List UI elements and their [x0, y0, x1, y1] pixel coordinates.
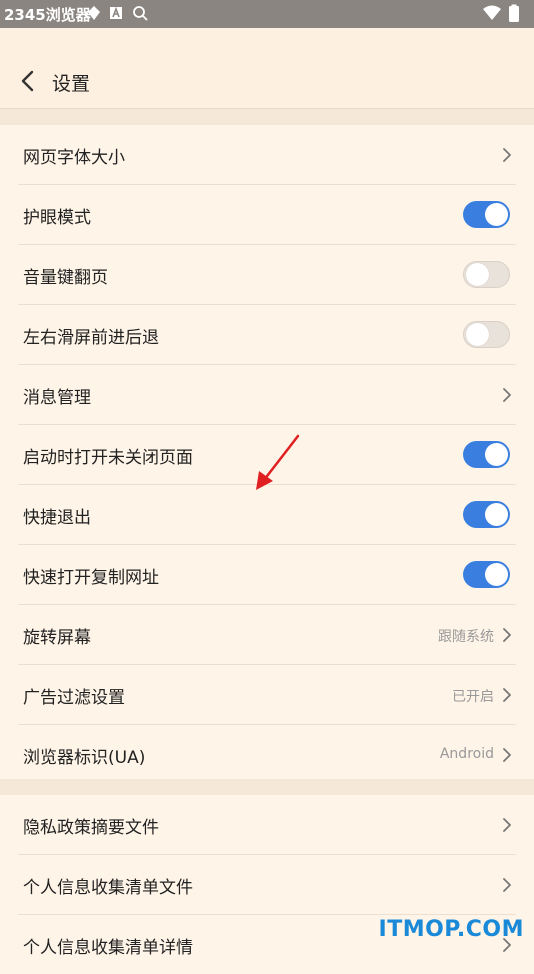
status-app-name: 2345浏览器 [4, 6, 91, 24]
settings-row-label: 左右滑屏前进后退 [23, 328, 159, 348]
chevron-right-icon [503, 388, 511, 402]
chevron-right-icon [503, 148, 511, 162]
settings-row-label: 广告过滤设置 [23, 688, 125, 708]
section-gap [0, 779, 534, 795]
settings-row-label: 个人信息收集清单文件 [23, 878, 193, 898]
settings-row-label: 消息管理 [23, 388, 91, 408]
battery-icon [509, 4, 519, 22]
section-gap [0, 109, 534, 125]
settings-row-label: 护眼模式 [23, 208, 91, 228]
search-icon [133, 6, 148, 21]
settings-row-label: 快捷退出 [23, 508, 91, 528]
toggle-switch[interactable] [463, 201, 510, 228]
page-title: 设置 [52, 73, 91, 95]
notification-a-icon [110, 6, 122, 19]
header: 设置 [0, 28, 534, 109]
back-arrow-icon[interactable] [14, 66, 44, 96]
toggle-switch[interactable] [463, 501, 510, 528]
settings-row[interactable]: 隐私政策摘要文件 [18, 795, 516, 855]
settings-row-label: 快速打开复制网址 [23, 568, 159, 588]
settings-row[interactable]: 广告过滤设置 已开启 [18, 665, 516, 725]
settings-row[interactable]: 个人信息收集清单文件 [18, 855, 516, 915]
settings-row[interactable]: 消息管理 [18, 365, 516, 425]
chevron-right-icon [503, 878, 511, 892]
toggle-knob [485, 503, 508, 526]
toggle-knob [466, 323, 489, 346]
chevron-right-icon [503, 818, 511, 832]
settings-group-privacy: 隐私政策摘要文件个人信息收集清单文件 个人信息收集清单详情 [0, 795, 534, 974]
wifi-icon [483, 5, 501, 20]
toggle-knob [485, 443, 508, 466]
settings-row[interactable]: 浏览器标识(UA) Android [18, 725, 516, 784]
chevron-right-icon [503, 748, 511, 762]
settings-row-label: 启动时打开未关闭页面 [23, 448, 193, 468]
settings-row[interactable]: 旋转屏幕 跟随系统 [18, 605, 516, 665]
watermark: ITMOP.COM [378, 917, 524, 942]
settings-row[interactable]: 护眼模式 [18, 185, 516, 245]
settings-row[interactable]: 音量键翻页 [18, 245, 516, 305]
settings-row-label: 旋转屏幕 [23, 628, 91, 648]
settings-row-value: 跟随系统 [438, 629, 494, 645]
settings-row-label: 音量键翻页 [23, 268, 108, 288]
settings-row-label: 浏览器标识(UA) [23, 748, 146, 768]
toggle-knob [485, 563, 508, 586]
settings-row-value: Android [439, 746, 494, 762]
annotation-arrow-icon [256, 434, 300, 490]
settings-row[interactable]: 快速打开复制网址 [18, 545, 516, 605]
chevron-right-icon [503, 628, 511, 642]
settings-row-label: 隐私政策摘要文件 [23, 818, 159, 838]
toggle-switch[interactable] [463, 321, 510, 348]
toggle-switch[interactable] [463, 441, 510, 468]
settings-row[interactable]: 网页字体大小 [18, 125, 516, 185]
settings-row[interactable]: 左右滑屏前进后退 [18, 305, 516, 365]
settings-row-label: 个人信息收集清单详情 [23, 938, 193, 958]
chevron-right-icon [503, 688, 511, 702]
toggle-switch[interactable] [463, 261, 510, 288]
settings-row-value: 已开启 [452, 689, 494, 705]
toggle-switch[interactable] [463, 561, 510, 588]
status-bar: 2345浏览器 [0, 0, 534, 28]
location-icon [88, 6, 100, 20]
toggle-knob [466, 263, 489, 286]
settings-row-label: 网页字体大小 [23, 148, 125, 168]
toggle-knob [485, 203, 508, 226]
